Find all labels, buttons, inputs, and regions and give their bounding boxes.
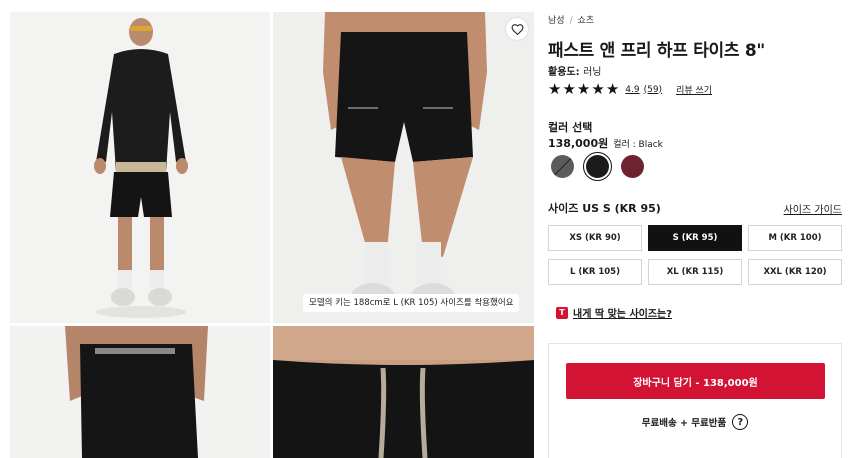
product-title: 패스트 앤 프리 하프 타이츠 8" — [548, 41, 765, 61]
size-option[interactable]: XS (KR 90) — [548, 225, 642, 251]
size-option[interactable]: XXL (KR 120) — [748, 259, 842, 285]
size-guide-link[interactable]: 사이즈 가이드 — [784, 201, 842, 216]
product-price: 138,000원 — [548, 137, 609, 150]
fit-finder-text: 내게 딱 맞는 사이즈는? — [573, 309, 673, 320]
color-swatches — [548, 152, 647, 181]
size-option[interactable]: M (KR 100) — [748, 225, 842, 251]
size-heading: 사이즈 US S (KR 95) — [548, 202, 661, 215]
selected-color-label: 컬러 : Black — [613, 140, 663, 150]
product-gallery: 모델의 키는 188cm로 L (KR 105) 사이즈를 착용했어요 — [10, 12, 534, 458]
write-review-link[interactable]: 리뷰 쓰기 — [676, 83, 712, 96]
review-count[interactable]: (59) — [644, 85, 662, 95]
rating-row: ★ ★ ★ ★ ★ 4.9 (59) 리뷰 쓰기 — [548, 82, 712, 97]
swatch-burgundy[interactable] — [618, 152, 647, 181]
product-photo-front-closeup[interactable] — [273, 12, 534, 323]
size-option-selected[interactable]: S (KR 95) — [648, 225, 742, 251]
activity-label: 활용도: — [548, 67, 580, 78]
model-shorts-closeup-image — [273, 12, 534, 323]
unavailable-strike — [552, 156, 574, 177]
model-size-caption: 모델의 키는 188cm로 L (KR 105) 사이즈를 착용했어요 — [303, 294, 520, 312]
swatch-black[interactable] — [583, 152, 612, 181]
fit-finder-link[interactable]: T 내게 딱 맞는 사이즈는? — [556, 305, 672, 320]
size-options: XS (KR 90) S (KR 95) M (KR 100) L (KR 10… — [548, 225, 842, 285]
waistband-detail-image — [273, 326, 534, 458]
wishlist-button[interactable] — [506, 18, 528, 40]
swatch-grey-color — [551, 155, 574, 178]
product-photo-back[interactable] — [10, 326, 270, 458]
shipping-text: 무료배송 + 무료반품 — [641, 418, 727, 429]
breadcrumb: 남성 / 쇼츠 — [548, 13, 594, 26]
activity-info: 활용도: 러닝 — [548, 63, 602, 78]
star-icon: ★ — [605, 80, 620, 98]
color-heading: 컬러 선택 — [548, 121, 593, 134]
activity-value: 러닝 — [583, 67, 602, 78]
fit-badge-icon: T — [556, 306, 568, 319]
add-to-cart-button[interactable]: 장바구니 담기 - 138,000원 — [566, 363, 825, 399]
star-icon: ★ — [562, 80, 576, 98]
shipping-info: 무료배송 + 무료반품 ? — [549, 414, 841, 430]
star-icon: ★ — [576, 80, 591, 98]
swatch-burgundy-color — [621, 155, 644, 178]
breadcrumb-shorts[interactable]: 쇼츠 — [578, 16, 595, 26]
product-photo-waistband-detail[interactable] — [273, 326, 534, 458]
star-icon: ★ — [548, 80, 562, 98]
model-back-image — [10, 326, 270, 458]
price-row: 138,000원 컬러 : Black — [548, 135, 663, 151]
product-info-panel: 남성 / 쇼츠 패스트 앤 프리 하프 타이츠 8" 활용도: 러닝 ★ ★ ★ ★… — [548, 0, 842, 458]
product-photo-front-full[interactable] — [10, 12, 270, 323]
rating-stars: ★ ★ ★ ★ ★ — [548, 82, 619, 97]
size-option[interactable]: XL (KR 115) — [648, 259, 742, 285]
rating-score[interactable]: 4.9 — [625, 85, 639, 95]
model-full-body-image — [10, 12, 270, 323]
swatch-black-color — [586, 155, 609, 178]
breadcrumb-separator: / — [569, 16, 573, 26]
cart-panel: 장바구니 담기 - 138,000원 무료배송 + 무료반품 ? — [548, 343, 842, 458]
breadcrumb-men[interactable]: 남성 — [548, 16, 565, 26]
heart-icon — [511, 24, 523, 35]
star-icon: ★ — [591, 80, 605, 98]
swatch-grey[interactable] — [548, 152, 577, 181]
size-option[interactable]: L (KR 105) — [548, 259, 642, 285]
help-icon[interactable]: ? — [732, 414, 749, 430]
